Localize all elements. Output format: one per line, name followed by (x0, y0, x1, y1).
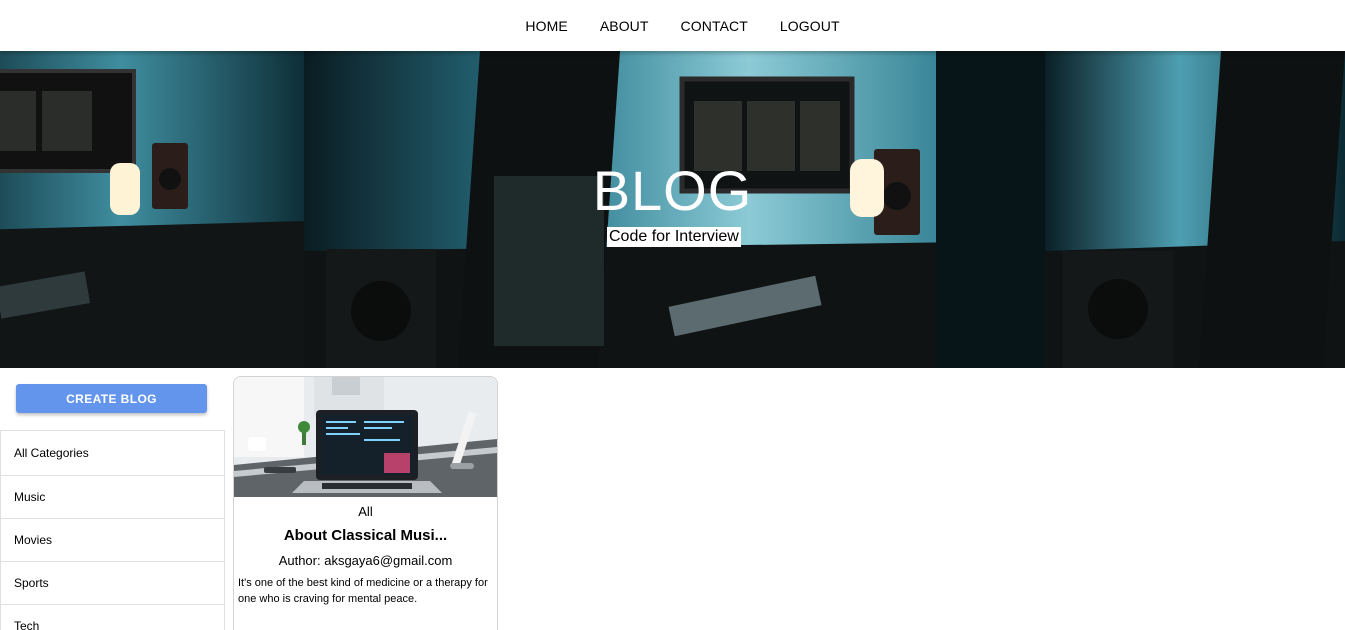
category-music[interactable]: Music (1, 476, 224, 519)
category-all[interactable]: All Categories (1, 431, 224, 476)
top-navbar: HOME ABOUT CONTACT LOGOUT (0, 0, 1345, 51)
post-author: Author: aksgaya6@gmail.com (278, 553, 453, 568)
category-movies[interactable]: Movies (1, 519, 224, 562)
nav-logout-link[interactable]: LOGOUT (780, 18, 840, 34)
create-blog-button[interactable]: CREATE BLOG (16, 384, 207, 413)
post-category: All (358, 504, 373, 519)
category-table: All Categories Music Movies Sports Tech (0, 430, 225, 630)
category-sports[interactable]: Sports (1, 562, 224, 605)
hero-title: BLOG (592, 159, 753, 222)
hero-subtitle: Code for Interview (607, 227, 741, 247)
main-nav: HOME ABOUT CONTACT LOGOUT (505, 18, 839, 34)
hero-banner: BLOG Code for Interview (0, 51, 1345, 368)
post-description: It's one of the best kind of medicine or… (238, 577, 488, 605)
post-card[interactable]: All About Classical Musi... Author: aksg… (233, 376, 498, 630)
nav-contact-link[interactable]: CONTACT (681, 18, 748, 34)
post-title: About Classical Musi... (283, 527, 448, 544)
post-thumbnail (234, 377, 497, 497)
nav-about-link[interactable]: ABOUT (600, 18, 649, 34)
nav-home-link[interactable]: HOME (525, 18, 567, 34)
category-tech[interactable]: Tech (1, 605, 224, 630)
